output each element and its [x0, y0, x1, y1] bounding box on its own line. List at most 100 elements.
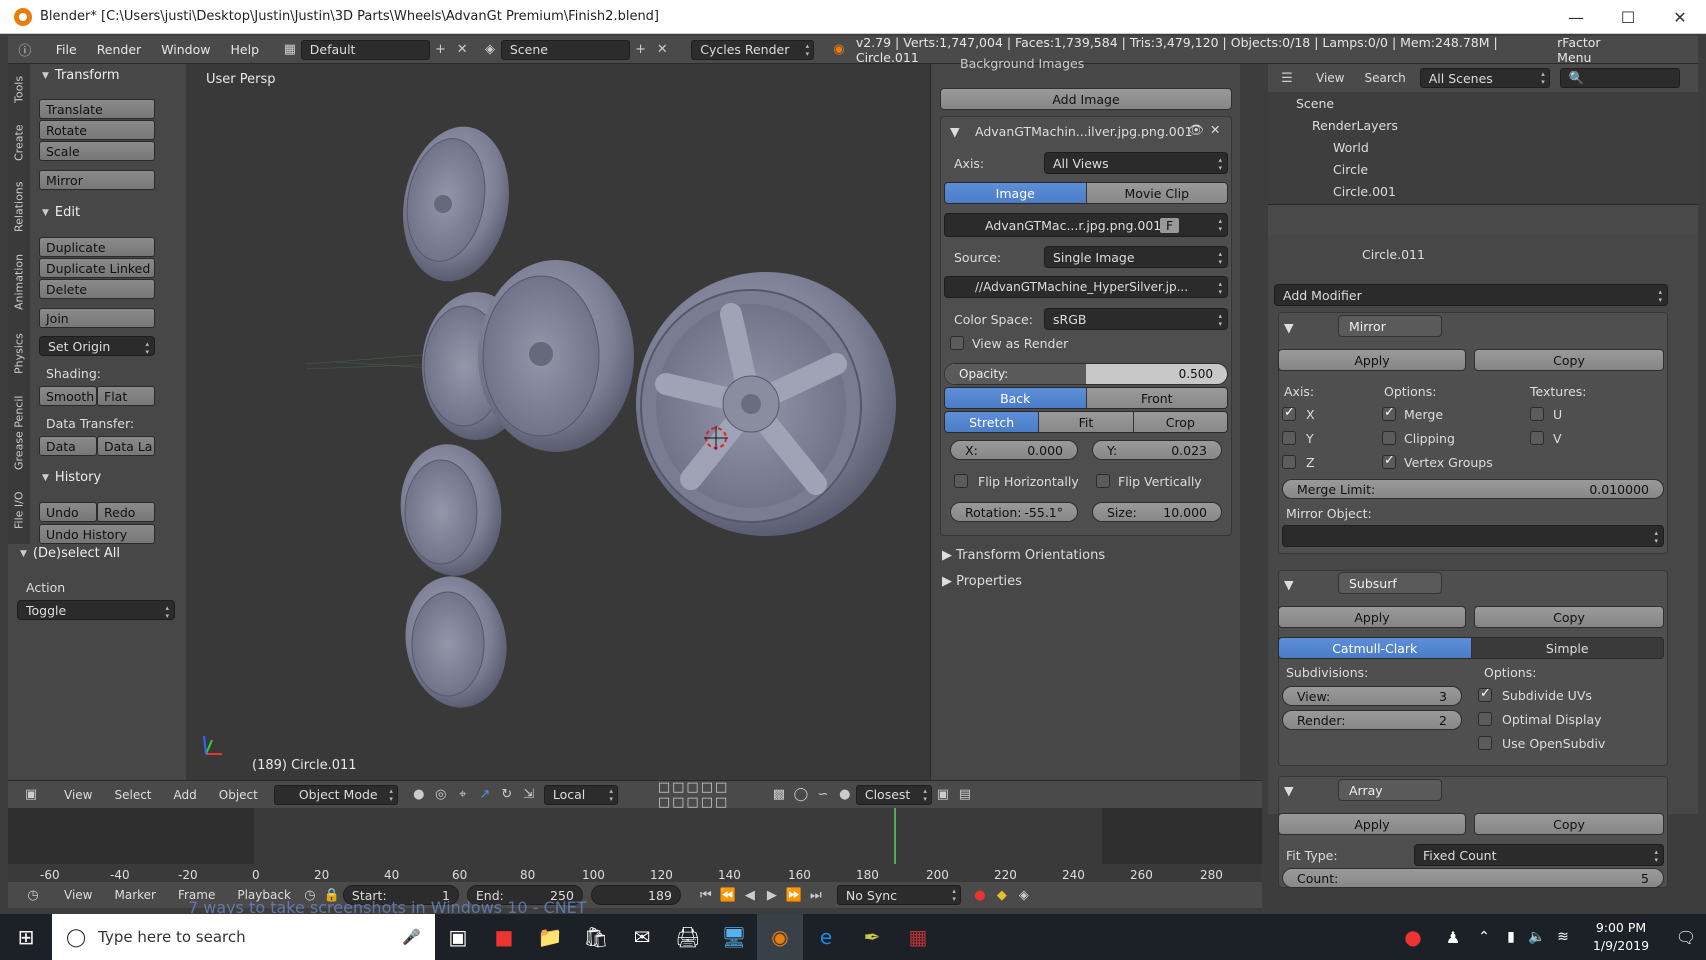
- transform-orientation-select[interactable]: Local: [543, 784, 618, 805]
- transform-panel-header[interactable]: Transform: [42, 68, 120, 83]
- front-button[interactable]: Front: [1086, 388, 1227, 408]
- task-view-icon[interactable]: ▣: [435, 914, 481, 960]
- timeline-view-menu[interactable]: View: [64, 888, 92, 902]
- array-apply-button[interactable]: Apply: [1278, 813, 1466, 835]
- array-copy-button[interactable]: Copy: [1474, 813, 1664, 835]
- scene-icon[interactable]: ◈: [479, 40, 501, 60]
- remove-bg-icon[interactable]: ✕: [1210, 122, 1220, 137]
- tab-grease-pencil[interactable]: Grease Pencil: [10, 390, 28, 476]
- 3d-viewport[interactable]: User Persp (189) Circle.011: [186, 64, 930, 780]
- record-icon[interactable]: ●: [969, 885, 991, 905]
- microphone-icon[interactable]: 🎤: [402, 928, 421, 946]
- optimal-display-checkbox[interactable]: [1478, 712, 1492, 726]
- mirror-y-checkbox[interactable]: [1282, 431, 1296, 445]
- viewport-shading-icon[interactable]: ●: [408, 785, 430, 805]
- mail-icon[interactable]: ✉: [619, 914, 665, 960]
- add-modifier-select[interactable]: Add Modifier: [1274, 284, 1668, 306]
- mirror-object-field[interactable]: [1282, 525, 1664, 547]
- duplicate-linked-button[interactable]: Duplicate Linked: [39, 258, 155, 278]
- duplicate-button[interactable]: Duplicate: [39, 237, 155, 257]
- info-editor-icon[interactable]: ⓘ: [14, 40, 36, 60]
- outliner-item-renderlayers[interactable]: RenderLayers: [1312, 118, 1398, 133]
- render-levels-field[interactable]: Render: 2: [1282, 710, 1462, 730]
- view3d-editor-icon[interactable]: ▣: [20, 785, 42, 805]
- offset-y-field[interactable]: Y: 0.023: [1092, 440, 1222, 460]
- outliner-editor-icon[interactable]: ☰: [1276, 68, 1298, 88]
- network-icon[interactable]: ≋: [1550, 914, 1576, 960]
- mirror-copy-button[interactable]: Copy: [1474, 349, 1664, 371]
- menu-window[interactable]: Window: [151, 42, 220, 57]
- tab-create[interactable]: Create: [10, 118, 28, 168]
- outliner-search-field[interactable]: 🔍: [1559, 68, 1680, 88]
- size-field[interactable]: Size: 10.000: [1092, 502, 1222, 522]
- app-pen-icon[interactable]: ✒: [849, 914, 895, 960]
- app-red-icon[interactable]: ■: [481, 914, 527, 960]
- back-button[interactable]: Back: [945, 388, 1087, 408]
- subsurf-collapse-icon[interactable]: ▼: [1284, 577, 1294, 592]
- add-image-button[interactable]: Add Image: [940, 88, 1232, 110]
- file-explorer-icon[interactable]: 📁: [527, 914, 573, 960]
- remove-scene-icon[interactable]: ✕: [651, 40, 673, 60]
- timeline[interactable]: -60 -40 -20 0 20 40 60 80 100 120 140 16…: [8, 808, 1262, 882]
- translate-button[interactable]: Translate: [39, 99, 155, 119]
- mirror-u-checkbox[interactable]: [1530, 407, 1544, 421]
- outliner-item-scene[interactable]: Scene: [1296, 96, 1334, 111]
- view3d-add-menu[interactable]: Add: [174, 788, 197, 802]
- outliner-filter-select[interactable]: All Scenes: [1419, 68, 1550, 88]
- colorspace-select[interactable]: sRGB: [1044, 308, 1228, 330]
- set-origin-select[interactable]: Set Origin: [39, 336, 155, 356]
- volume-icon[interactable]: 🔈: [1524, 914, 1550, 960]
- tab-relations[interactable]: Relations: [10, 176, 28, 238]
- view3d-view-menu[interactable]: View: [64, 788, 92, 802]
- play-icon[interactable]: ▶: [761, 885, 783, 905]
- data-button[interactable]: Data: [39, 436, 97, 456]
- store-icon[interactable]: 🛍: [573, 914, 619, 960]
- sync-mode-select[interactable]: No Sync: [836, 885, 961, 905]
- start-icon[interactable]: ⊞: [0, 914, 52, 960]
- keying-set-icon[interactable]: ◆: [991, 885, 1013, 905]
- action-center-icon[interactable]: 🗨: [1666, 914, 1706, 960]
- flip-horizontally-checkbox[interactable]: [954, 474, 968, 488]
- add-layout-icon[interactable]: +: [430, 40, 452, 60]
- join-button[interactable]: Join: [39, 308, 155, 328]
- view-as-render-checkbox[interactable]: [950, 336, 964, 350]
- mirror-name-field[interactable]: Mirror: [1338, 315, 1442, 337]
- minimize-button[interactable]: —: [1550, 0, 1602, 34]
- mirror-collapse-icon[interactable]: ▼: [1284, 320, 1294, 335]
- render-engine-select[interactable]: Cycles Render: [691, 39, 815, 60]
- history-panel-header[interactable]: History: [42, 470, 101, 485]
- rfactor-menu[interactable]: rFactor Menu: [1557, 35, 1638, 65]
- pivot-point-icon[interactable]: ◎: [430, 785, 452, 805]
- source-select[interactable]: Single Image: [1044, 246, 1228, 268]
- outliner-item-world[interactable]: World: [1333, 140, 1369, 155]
- jump-key-back-icon[interactable]: ⏪: [717, 885, 739, 905]
- view3d-select-menu[interactable]: Select: [114, 788, 151, 802]
- edit-panel-header[interactable]: Edit: [42, 205, 80, 220]
- menu-help[interactable]: Help: [221, 42, 270, 57]
- outliner-view-menu[interactable]: View: [1316, 71, 1344, 85]
- merge-limit-field[interactable]: Merge Limit: 0.010000: [1282, 479, 1664, 499]
- battery-icon[interactable]: ▮: [1498, 914, 1524, 960]
- timeline-marker-menu[interactable]: Marker: [114, 888, 155, 902]
- render-layer-icon[interactable]: ▩: [768, 785, 790, 805]
- edge-icon[interactable]: e: [803, 914, 849, 960]
- background-images-header[interactable]: Background Images: [960, 56, 1084, 71]
- clipping-checkbox[interactable]: [1382, 431, 1396, 445]
- merge-checkbox[interactable]: [1382, 405, 1396, 421]
- jump-key-forward-icon[interactable]: ⏩: [783, 885, 805, 905]
- crop-button[interactable]: Crop: [1133, 412, 1227, 432]
- play-reverse-icon[interactable]: ◀: [739, 885, 761, 905]
- rotate-manipulator-icon[interactable]: ↻: [496, 785, 518, 805]
- object-mode-select[interactable]: Object Mode: [273, 784, 398, 805]
- scene-select[interactable]: Scene: [500, 39, 630, 60]
- layout-select[interactable]: Default: [300, 39, 430, 60]
- mirror-z-checkbox[interactable]: [1282, 455, 1296, 469]
- layers-icon[interactable]: □□□□□ □□□□□: [658, 780, 768, 810]
- scale-button[interactable]: Scale: [39, 141, 155, 161]
- outliner-item-circle[interactable]: Circle: [1333, 162, 1368, 177]
- timeline-editor-icon[interactable]: ◷: [22, 885, 44, 905]
- outliner-item-circle-001[interactable]: Circle.001: [1333, 184, 1396, 199]
- count-field[interactable]: Count: 5: [1282, 868, 1664, 888]
- tab-movie-clip[interactable]: Movie Clip: [1086, 183, 1227, 203]
- data-layers-button[interactable]: Data La: [97, 436, 155, 456]
